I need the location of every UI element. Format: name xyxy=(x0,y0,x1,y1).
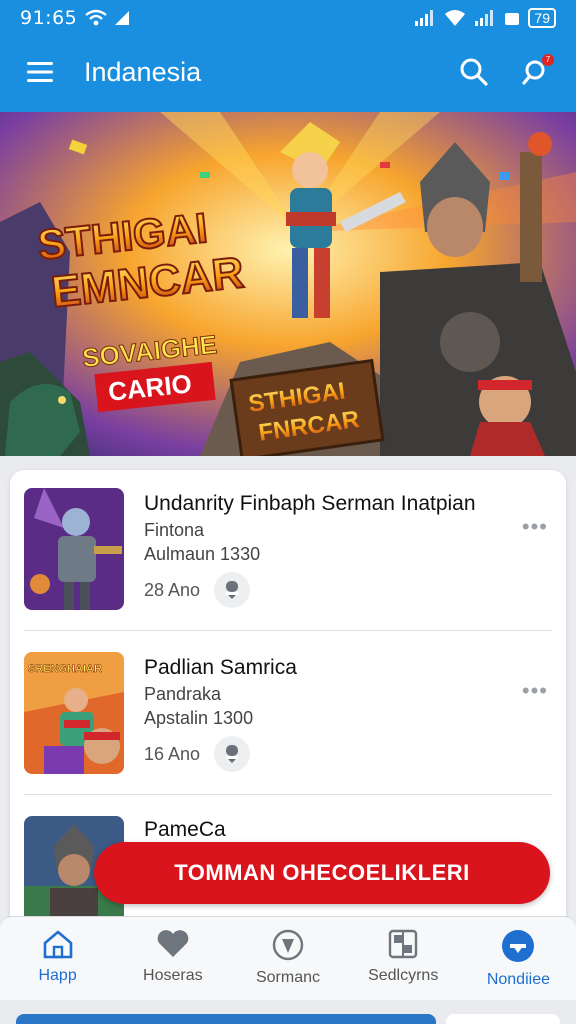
search-button[interactable] xyxy=(456,54,492,90)
notification-search-button[interactable]: 7 xyxy=(518,54,554,90)
menu-button[interactable] xyxy=(20,52,60,92)
game-thumbnail: SRENGHAIAR xyxy=(24,652,124,774)
svg-text:SRENGHAIAR: SRENGHAIAR xyxy=(28,663,102,675)
notification-badge: 7 xyxy=(542,54,554,66)
next-card-peek xyxy=(16,1014,436,1024)
home-icon xyxy=(43,930,72,959)
shield-icon xyxy=(272,929,304,961)
banner-artwork: STHIGAI EMNCAR SOVAIGHE CARIO STHIGAI FN… xyxy=(0,112,576,456)
top-bar: 91:65 79 Indanesia 7 xyxy=(0,0,576,112)
signal-bars-icon xyxy=(415,10,434,26)
divider xyxy=(24,630,552,631)
nav-item-sedlcyrns[interactable]: Sedlcyrns xyxy=(346,917,461,1000)
nav-label: Nondiiee xyxy=(486,971,550,988)
item-subtitle: Pandraka xyxy=(144,684,222,704)
nav-label: Happ xyxy=(38,967,77,984)
battery-indicator: 79 xyxy=(528,8,556,28)
more-options-button[interactable]: ••• xyxy=(522,678,548,704)
signal-square-icon xyxy=(115,11,130,25)
nav-label: Hoseras xyxy=(143,967,203,984)
signal-bars-icon-2 xyxy=(475,10,494,26)
download-button[interactable] xyxy=(214,572,250,608)
next-card-peek-2 xyxy=(446,1014,560,1024)
item-subtitle: Fintona xyxy=(144,520,205,540)
nav-item-sormanc[interactable]: Sormanc xyxy=(230,917,345,1000)
item-title: PameCa xyxy=(144,818,226,841)
plus-circle-icon xyxy=(502,930,535,962)
item-title: Undanrity Finbaph Serman Inatpian xyxy=(144,492,476,515)
divider xyxy=(24,794,552,795)
status-bar: 91:65 79 xyxy=(0,0,576,36)
nav-item-happ[interactable]: Happ xyxy=(0,917,115,1000)
hero-banner[interactable]: STHIGAI EMNCAR SOVAIGHE CARIO STHIGAI FN… xyxy=(0,112,576,456)
download-icon xyxy=(226,745,238,763)
cta-label: TOMMAN OHECOELIKLERI xyxy=(174,860,470,885)
item-meta: Apstalin 1300 xyxy=(144,708,254,728)
cta-button[interactable]: TOMMAN OHECOELIKLERI xyxy=(94,842,550,904)
notification-status-icon xyxy=(505,13,520,25)
banner-tagline: SOVAIGHE CARIO xyxy=(80,329,219,413)
banner-corner-icon xyxy=(528,132,552,156)
item-title: Padlian Samrica xyxy=(144,656,297,679)
wifi-icon xyxy=(85,9,108,26)
nav-item-hoseras[interactable]: Hoseras xyxy=(115,917,230,1000)
item-age: 28 Ano xyxy=(144,580,201,600)
hamburger-icon xyxy=(27,62,53,82)
nav-label: Sormanc xyxy=(255,969,321,986)
heart-icon xyxy=(157,930,189,957)
item-age: 16 Ano xyxy=(144,744,201,764)
game-thumbnail xyxy=(24,488,124,610)
nav-item-nondiiee[interactable]: Nondiiee xyxy=(461,917,576,1000)
nav-label: Sedlcyrns xyxy=(368,967,439,984)
wifi-icon-right xyxy=(445,10,466,26)
download-button[interactable] xyxy=(214,736,250,772)
battery-level: 79 xyxy=(534,10,550,26)
status-time: 91:65 xyxy=(20,7,78,29)
list-item[interactable]: SRENGHAIAR Padlian Samrica Pandraka Apst… xyxy=(10,634,566,798)
more-options-button[interactable]: ••• xyxy=(522,514,548,540)
list-item[interactable]: Undanrity Finbaph Serman Inatpian Finton… xyxy=(10,470,566,634)
item-meta: Aulmaun 1330 xyxy=(144,544,261,564)
app-title: Indanesia xyxy=(84,56,202,87)
app-bar: Indanesia 7 xyxy=(0,44,576,100)
download-icon xyxy=(226,581,238,599)
bottom-navigation: Happ Hoseras Sormanc Sedlcyrns Nondiiee xyxy=(0,916,576,1000)
search-icon xyxy=(460,58,488,86)
grid-icon xyxy=(389,929,418,959)
